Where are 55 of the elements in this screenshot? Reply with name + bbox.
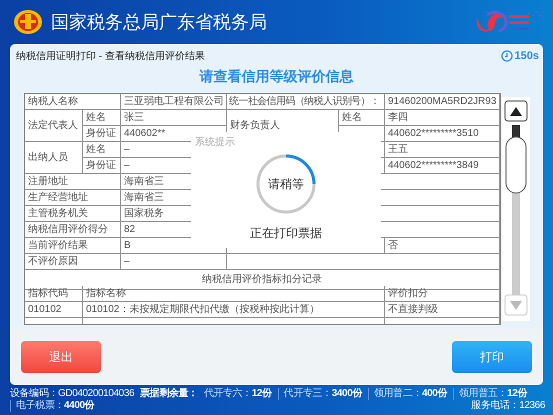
dialog-message: 正在打印票据: [250, 225, 322, 242]
emblem-icon: [13, 9, 43, 35]
field-value: 440602*********3849: [385, 158, 500, 174]
field-label: 注册地址: [25, 174, 121, 190]
field-label: 纳税信用评价得分: [25, 222, 121, 238]
stock-count: 12份: [507, 388, 528, 400]
table-cell: 不直接判级: [385, 302, 500, 318]
table-cell: 010102：未按规定期限代扣代缴（按税种按此计算）: [83, 302, 385, 318]
stock-name: 电子税票：: [16, 400, 64, 412]
field-value: 440602*********3510: [385, 126, 500, 142]
field-value: 张三: [121, 110, 227, 126]
stock-label: 票据剩余量：: [140, 388, 198, 400]
wait-text: 请稍等: [268, 176, 304, 192]
field-value: 李四: [385, 110, 500, 126]
field-label: 身份证: [83, 126, 121, 142]
device-code: 设备编码：GD040200104036: [10, 388, 134, 400]
stock-count: 12份: [252, 388, 272, 400]
field-label: 姓名: [83, 110, 121, 126]
column-header: 指标名称: [83, 286, 385, 302]
field-label: 统一社会信用码（纳税人识别号）：: [227, 94, 385, 110]
stock-count: 3400份: [332, 388, 362, 400]
field-label: 纳税人名称: [25, 94, 121, 110]
stock-name: 代开专三：: [284, 388, 332, 400]
field-value: –: [121, 254, 227, 270]
field-label: 当前评价结果: [25, 238, 121, 254]
spinner-icon: [255, 153, 317, 215]
field-label: 身份证: [83, 158, 121, 174]
field-value: 三亚弱电工程有限公司: [121, 94, 227, 110]
field-label: 不评价原因: [25, 254, 121, 270]
field-label: 法定代表人: [25, 110, 83, 142]
stock-name: 代开专六：: [204, 388, 252, 400]
page-heading: 请查看信用等级评价信息: [198, 68, 354, 86]
field-label: 姓名: [83, 142, 121, 158]
column-header: 评价扣分: [385, 286, 500, 302]
exit-button[interactable]: 退出: [21, 341, 101, 373]
stock-count: 400份: [422, 388, 448, 400]
clock-icon: [500, 50, 513, 62]
field-label: 生产经营地址: [25, 190, 121, 206]
service-phone: 服务电话：12366: [471, 400, 545, 412]
stock-count: 4400份: [64, 400, 94, 412]
field-label: 姓名: [339, 110, 385, 126]
field-value: 否: [385, 238, 500, 254]
field-value: 91460200MA5RD2JR93: [385, 94, 500, 110]
stock-name: 领用普二：: [374, 388, 422, 400]
field-value: 王五: [385, 142, 500, 158]
table-cell: 010102: [25, 302, 83, 318]
print-button[interactable]: 打印: [452, 341, 532, 373]
countdown-timer: 150s: [514, 50, 539, 62]
stock-name: 领用普五：: [459, 388, 508, 400]
column-header: 指标代码: [25, 286, 83, 302]
field-label: 出纳人员: [25, 142, 83, 174]
breadcrumb: 纳税信用证明打印 - 查看纳税信用评价结果: [16, 50, 205, 63]
scrollbar-drawing[interactable]: [502, 97, 530, 321]
field-label: 主管税务机关: [25, 206, 121, 222]
header-title: 国家税务总局广东省税务局: [51, 11, 268, 34]
